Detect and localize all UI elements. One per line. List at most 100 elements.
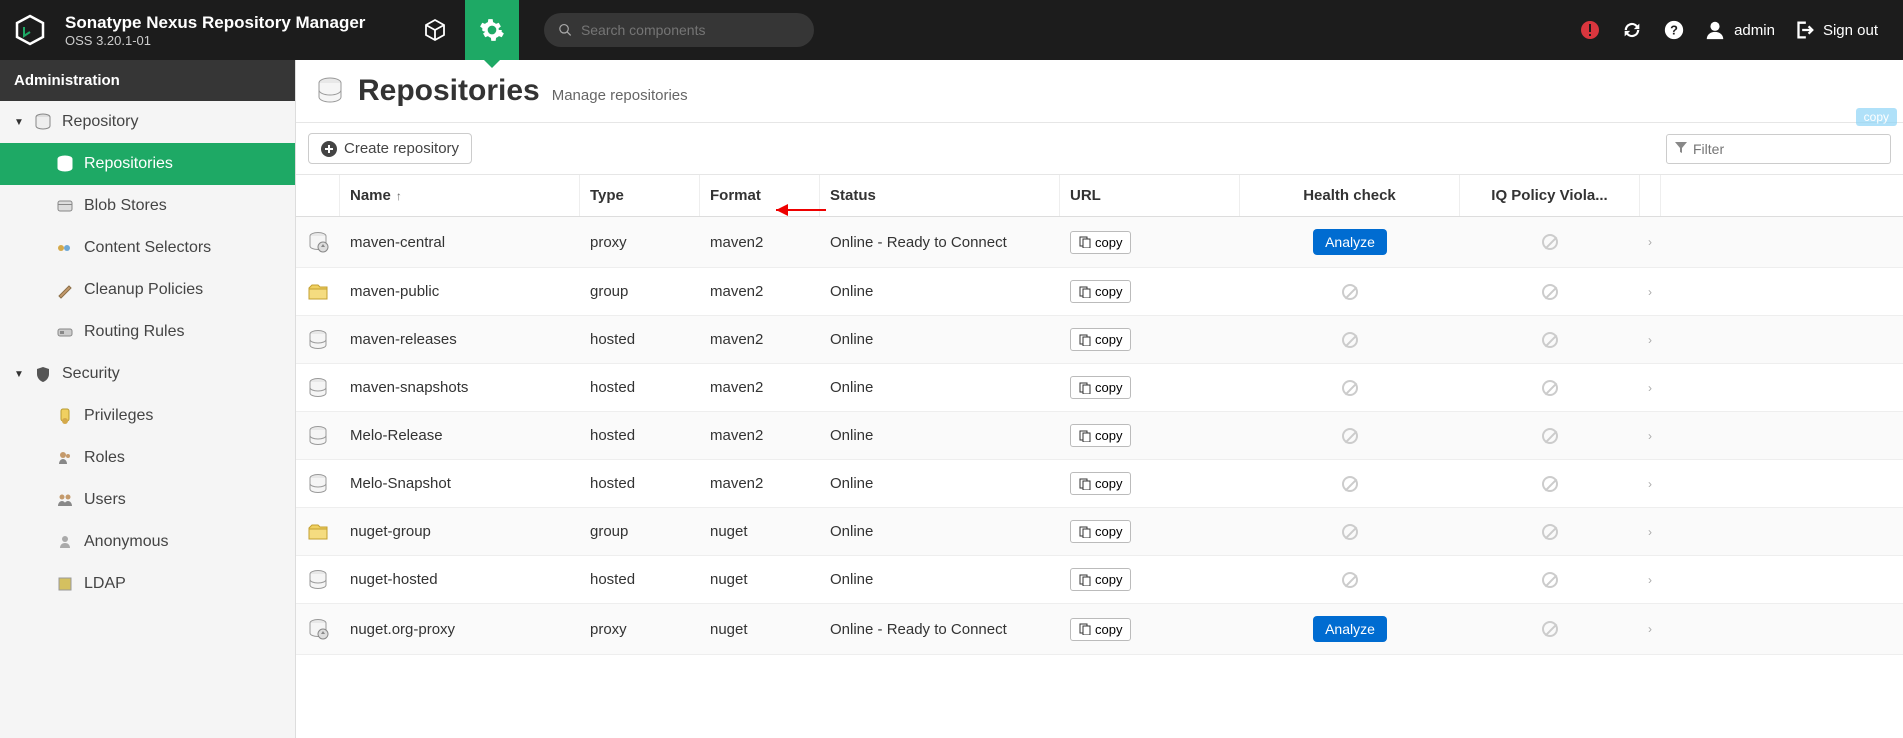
caret-down-icon: ▼ bbox=[14, 117, 24, 128]
create-repository-button[interactable]: Create repository bbox=[308, 133, 472, 164]
sidebar-item-routing-rules[interactable]: Routing Rules bbox=[0, 311, 295, 353]
search-input[interactable] bbox=[581, 22, 800, 38]
disabled-icon bbox=[1542, 380, 1558, 396]
copy-url-button[interactable]: copy bbox=[1070, 424, 1131, 447]
repo-type-icon bbox=[296, 509, 340, 555]
repo-format: maven2 bbox=[700, 222, 820, 263]
copy-url-button[interactable]: copy bbox=[1070, 328, 1131, 351]
col-health[interactable]: Health check bbox=[1240, 175, 1460, 216]
col-url[interactable]: URL bbox=[1060, 175, 1240, 216]
repo-format: nuget bbox=[700, 511, 820, 552]
copy-icon bbox=[1079, 382, 1091, 394]
repo-type: hosted bbox=[580, 415, 700, 456]
sidebar-item-roles[interactable]: Roles bbox=[0, 437, 295, 479]
repo-type-icon bbox=[296, 365, 340, 411]
table-row[interactable]: nuget-hostedhostednugetOnlinecopy› bbox=[296, 556, 1903, 604]
table-row[interactable]: nuget.org-proxyproxynugetOnline - Ready … bbox=[296, 604, 1903, 655]
sidebar-item-users[interactable]: Users bbox=[0, 479, 295, 521]
repo-status: Online bbox=[820, 367, 1060, 408]
repo-type: proxy bbox=[580, 222, 700, 263]
table-row[interactable]: maven-releaseshostedmaven2Onlinecopy› bbox=[296, 316, 1903, 364]
analyze-button[interactable]: Analyze bbox=[1313, 229, 1387, 255]
copy-url-button[interactable]: copy bbox=[1070, 376, 1131, 399]
disabled-icon bbox=[1542, 332, 1558, 348]
col-name[interactable]: Name↑ bbox=[340, 175, 580, 216]
repo-type-icon bbox=[296, 317, 340, 363]
repo-format: nuget bbox=[700, 559, 820, 600]
signout-button[interactable]: Sign out bbox=[1793, 19, 1878, 41]
table-row[interactable]: Melo-Snapshothostedmaven2Onlinecopy› bbox=[296, 460, 1903, 508]
copy-url-button[interactable]: copy bbox=[1070, 280, 1131, 303]
copy-url-button[interactable]: copy bbox=[1070, 568, 1131, 591]
alert-button[interactable] bbox=[1578, 18, 1602, 42]
col-format[interactable]: Format bbox=[700, 175, 820, 216]
repo-name: nuget-group bbox=[340, 511, 580, 552]
sidebar-item-content-selectors[interactable]: Content Selectors bbox=[0, 227, 295, 269]
table-row[interactable]: maven-snapshotshostedmaven2Onlinecopy› bbox=[296, 364, 1903, 412]
copy-url-button[interactable]: copy bbox=[1070, 618, 1131, 641]
copy-url-button[interactable]: copy bbox=[1070, 231, 1131, 254]
refresh-button[interactable] bbox=[1620, 18, 1644, 42]
copy-url-button[interactable]: copy bbox=[1070, 520, 1131, 543]
repo-status: Online - Ready to Connect bbox=[820, 609, 1060, 650]
caret-down-icon: ▼ bbox=[14, 369, 24, 380]
create-repository-label: Create repository bbox=[344, 140, 459, 157]
sidebar-item-anonymous[interactable]: Anonymous bbox=[0, 521, 295, 563]
admin-mode-button[interactable] bbox=[465, 0, 519, 60]
table-row[interactable]: nuget-groupgroupnugetOnlinecopy› bbox=[296, 508, 1903, 556]
disabled-icon bbox=[1542, 284, 1558, 300]
svg-text:?: ? bbox=[1670, 23, 1678, 38]
repo-type-icon bbox=[296, 557, 340, 603]
header-mode-icons bbox=[405, 0, 519, 60]
copy-icon bbox=[1079, 430, 1091, 442]
repo-type-icon bbox=[296, 461, 340, 507]
col-type[interactable]: Type bbox=[580, 175, 700, 216]
chevron-right-icon: › bbox=[1640, 223, 1660, 261]
chevron-right-icon: › bbox=[1640, 273, 1660, 311]
col-policy[interactable]: IQ Policy Viola... bbox=[1460, 175, 1640, 216]
help-button[interactable]: ? bbox=[1662, 18, 1686, 42]
repo-name: maven-snapshots bbox=[340, 367, 580, 408]
sidebar-item-privileges[interactable]: Privileges bbox=[0, 395, 295, 437]
sidebar-item-repositories[interactable]: Repositories bbox=[0, 143, 295, 185]
filter-input[interactable] bbox=[1693, 141, 1882, 157]
plus-circle-icon bbox=[321, 141, 337, 157]
table-row[interactable]: Melo-Releasehostedmaven2Onlinecopy› bbox=[296, 412, 1903, 460]
sidebar-item-blob-stores[interactable]: Blob Stores bbox=[0, 185, 295, 227]
sidebar-section-security[interactable]: ▼Security bbox=[0, 353, 295, 395]
signout-label: Sign out bbox=[1823, 22, 1878, 39]
username-label: admin bbox=[1734, 22, 1775, 39]
sidebar-item-ldap[interactable]: LDAP bbox=[0, 563, 295, 605]
repo-type-icon bbox=[296, 219, 340, 265]
sidebar-item-cleanup-policies[interactable]: Cleanup Policies bbox=[0, 269, 295, 311]
cube-icon bbox=[423, 18, 447, 42]
filter-box[interactable] bbox=[1666, 134, 1891, 164]
repo-format: maven2 bbox=[700, 271, 820, 312]
header-right: ? admin Sign out bbox=[1578, 18, 1903, 42]
disabled-icon bbox=[1542, 621, 1558, 637]
hexagon-icon bbox=[14, 14, 46, 46]
sort-asc-icon: ↑ bbox=[396, 189, 402, 203]
repo-format: maven2 bbox=[700, 367, 820, 408]
copy-badge: copy bbox=[1856, 108, 1897, 126]
repo-type: hosted bbox=[580, 463, 700, 504]
sidebar-section-repository[interactable]: ▼Repository bbox=[0, 101, 295, 143]
browse-mode-button[interactable] bbox=[405, 0, 465, 60]
disabled-icon bbox=[1542, 234, 1558, 250]
repo-status: Online bbox=[820, 559, 1060, 600]
analyze-button[interactable]: Analyze bbox=[1313, 616, 1387, 642]
col-status[interactable]: Status bbox=[820, 175, 1060, 216]
table-row[interactable]: maven-publicgroupmaven2Onlinecopy› bbox=[296, 268, 1903, 316]
copy-icon bbox=[1079, 574, 1091, 586]
user-menu[interactable]: admin bbox=[1704, 19, 1775, 41]
search-box[interactable] bbox=[544, 13, 814, 47]
repo-type: hosted bbox=[580, 559, 700, 600]
repo-status: Online bbox=[820, 415, 1060, 456]
repo-name: nuget-hosted bbox=[340, 559, 580, 600]
repo-status: Online bbox=[820, 319, 1060, 360]
table-row[interactable]: maven-centralproxymaven2Online - Ready t… bbox=[296, 217, 1903, 268]
copy-url-button[interactable]: copy bbox=[1070, 472, 1131, 495]
repo-name: Melo-Release bbox=[340, 415, 580, 456]
repo-type: hosted bbox=[580, 319, 700, 360]
disabled-icon bbox=[1542, 428, 1558, 444]
